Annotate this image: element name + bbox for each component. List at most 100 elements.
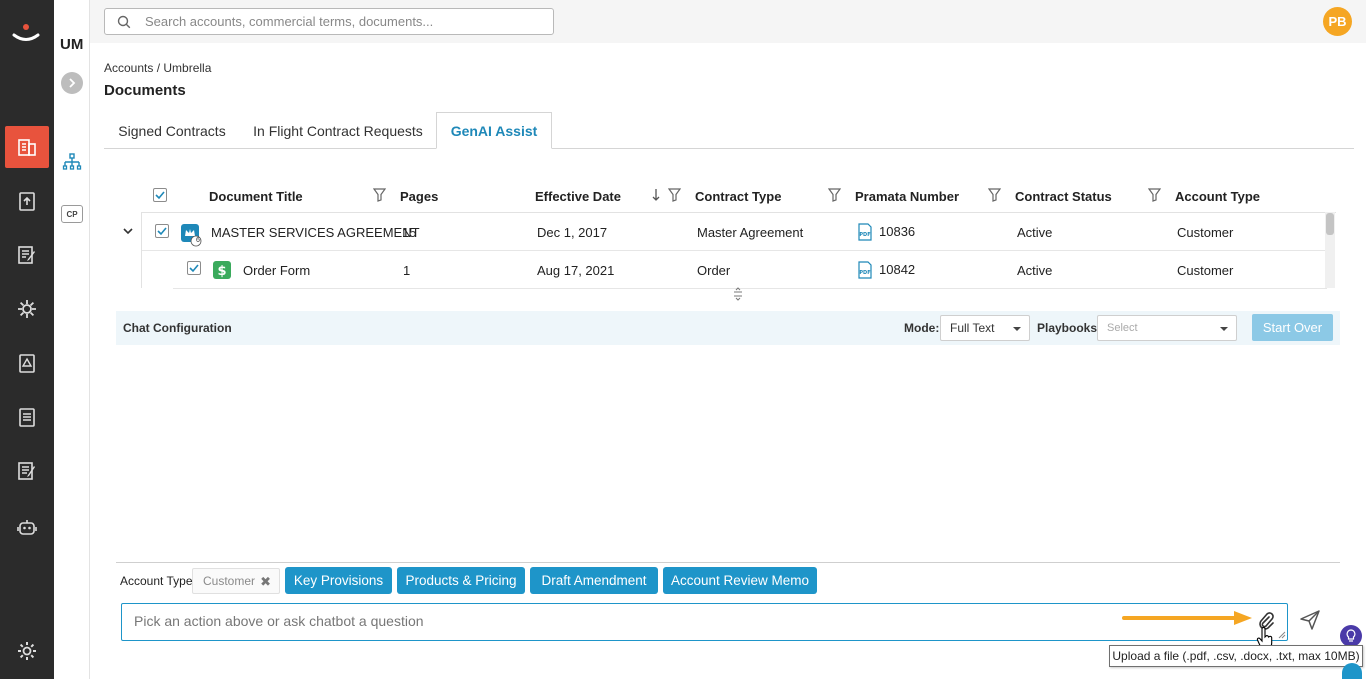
nav-settings-network-icon[interactable] [5,288,49,330]
nav-accounts-icon[interactable] [5,126,49,168]
search-box[interactable] [104,8,554,35]
pdf-icon[interactable]: PDF [857,223,873,241]
products-pricing-button[interactable]: Products & Pricing [397,567,525,594]
row-checkbox[interactable] [187,261,201,275]
nav-alert-document-icon[interactable] [5,342,49,384]
svg-text:$: $ [217,264,226,279]
documents-table-header: Document Title Pages Effective Date Cont… [141,180,1341,212]
chat-input[interactable] [134,613,1114,629]
cp-badge[interactable]: CP [61,205,83,223]
account-initials: UM [60,36,84,53]
expand-sidebar-button[interactable] [61,72,83,94]
account-review-memo-button[interactable]: Account Review Memo [663,567,817,594]
column-effective-date[interactable]: Effective Date [535,189,621,204]
filter-icon[interactable] [988,188,1001,202]
nav-bot-icon[interactable] [5,506,49,548]
tab-genai-assist[interactable]: GenAI Assist [436,112,552,149]
document-tabs: Signed Contracts In Flight Contract Requ… [104,112,1354,149]
playbooks-select[interactable]: Select [1097,315,1237,341]
row-checkbox[interactable] [155,224,169,238]
mode-label: Mode: [904,321,940,335]
start-over-button[interactable]: Start Over [1252,314,1333,341]
nav-contract-edit-icon[interactable] [5,450,49,492]
table-row[interactable]: $ Order Form 1 Aug 17, 2021 Order PDF 10… [173,251,1327,289]
document-title[interactable]: MASTER SERVICES AGREEMENT [211,225,420,240]
lightbulb-icon[interactable] [1340,625,1362,647]
search-input[interactable] [145,14,525,29]
chevron-down-icon [1220,327,1228,331]
chat-configuration-bar: Chat Configuration Mode: Full Text Playb… [116,311,1340,345]
divider [116,562,1340,563]
close-icon[interactable]: ✖ [260,574,271,590]
textarea-resize-icon[interactable] [1278,631,1286,639]
account-type-chip-label: Customer [203,574,256,588]
order-dollar-icon: $ [213,261,231,279]
playbooks-placeholder: Select [1107,322,1138,334]
contract-type: Order [697,263,731,278]
pramata-number[interactable]: 10836 [879,224,915,239]
chevron-down-icon [1013,327,1021,331]
chat-configuration-title: Chat Configuration [123,321,232,335]
tab-signed-contracts[interactable]: Signed Contracts [108,112,236,149]
nav-report-icon[interactable] [5,396,49,438]
brand-logo-icon[interactable] [10,22,42,46]
table-scrollbar[interactable] [1325,212,1335,288]
select-all-checkbox[interactable] [153,188,167,202]
chevron-down-icon[interactable] [122,226,134,236]
arrow-right-annotation-icon [1122,611,1252,625]
effective-date: Dec 1, 2017 [537,225,608,240]
hierarchy-icon[interactable] [62,152,82,172]
svg-text:PDF: PDF [859,232,870,238]
effective-date: Aug 17, 2021 [537,263,615,278]
playbooks-label: Playbooks: [1037,321,1102,335]
filter-icon[interactable] [1148,188,1161,202]
account-type: Customer [1177,263,1234,278]
chat-input-box[interactable] [121,603,1288,641]
draft-amendment-button[interactable]: Draft Amendment [530,567,658,594]
filter-icon[interactable] [668,188,681,202]
column-pramata-number[interactable]: Pramata Number [855,189,959,204]
user-avatar[interactable]: PB [1323,7,1352,36]
help-icon[interactable] [1342,663,1362,679]
account-sidebar: UM CP [54,0,90,679]
contract-type: Master Agreement [697,225,804,240]
breadcrumb[interactable]: Accounts / Umbrella [104,61,211,75]
column-contract-type[interactable]: Contract Type [695,189,781,204]
resize-handle-icon[interactable] [731,287,745,301]
nav-edit-document-icon[interactable] [5,234,49,276]
table-row[interactable]: 6 MASTER SERVICES AGREEMENT 15 Dec 1, 20… [142,213,1327,251]
filter-icon[interactable] [373,188,386,202]
column-contract-status[interactable]: Contract Status [1015,189,1112,204]
contract-status: Active [1017,263,1053,278]
account-type: Customer [1177,225,1234,240]
pramata-number[interactable]: 10842 [879,262,915,277]
document-pages: 1 [403,263,411,278]
key-provisions-button[interactable]: Key Provisions [285,567,392,594]
top-bar: PB [90,0,1366,43]
mode-select[interactable]: Full Text [940,315,1030,341]
scrollbar-thumb[interactable] [1326,213,1334,235]
account-type-label: Account Type [120,574,193,588]
upload-tooltip: Upload a file (.pdf, .csv, .docx, .txt, … [1109,645,1363,667]
chevron-right-icon [69,78,76,88]
column-document-title[interactable]: Document Title [209,189,303,204]
page-title: Documents [104,82,186,99]
column-account-type[interactable]: Account Type [1175,189,1260,204]
document-title[interactable]: Order Form [243,263,310,278]
svg-text:PDF: PDF [859,270,870,276]
documents-table-body: 6 MASTER SERVICES AGREEMENT 15 Dec 1, 20… [141,212,1336,289]
column-pages[interactable]: Pages [400,189,438,204]
filter-icon[interactable] [828,188,841,202]
nav-upload-icon[interactable] [5,180,49,222]
contract-status: Active [1017,225,1053,240]
pdf-icon[interactable]: PDF [857,261,873,279]
search-icon [117,15,131,28]
send-icon[interactable] [1299,609,1321,631]
left-nav-rail [0,0,54,679]
tab-in-flight-contract-requests[interactable]: In Flight Contract Requests [249,112,427,149]
mode-value: Full Text [950,321,995,335]
document-pages: 15 [402,225,417,240]
account-type-chip[interactable]: Customer ✖ [192,568,280,594]
sort-down-icon[interactable] [652,188,660,202]
nav-settings-gear-icon[interactable] [5,630,49,672]
